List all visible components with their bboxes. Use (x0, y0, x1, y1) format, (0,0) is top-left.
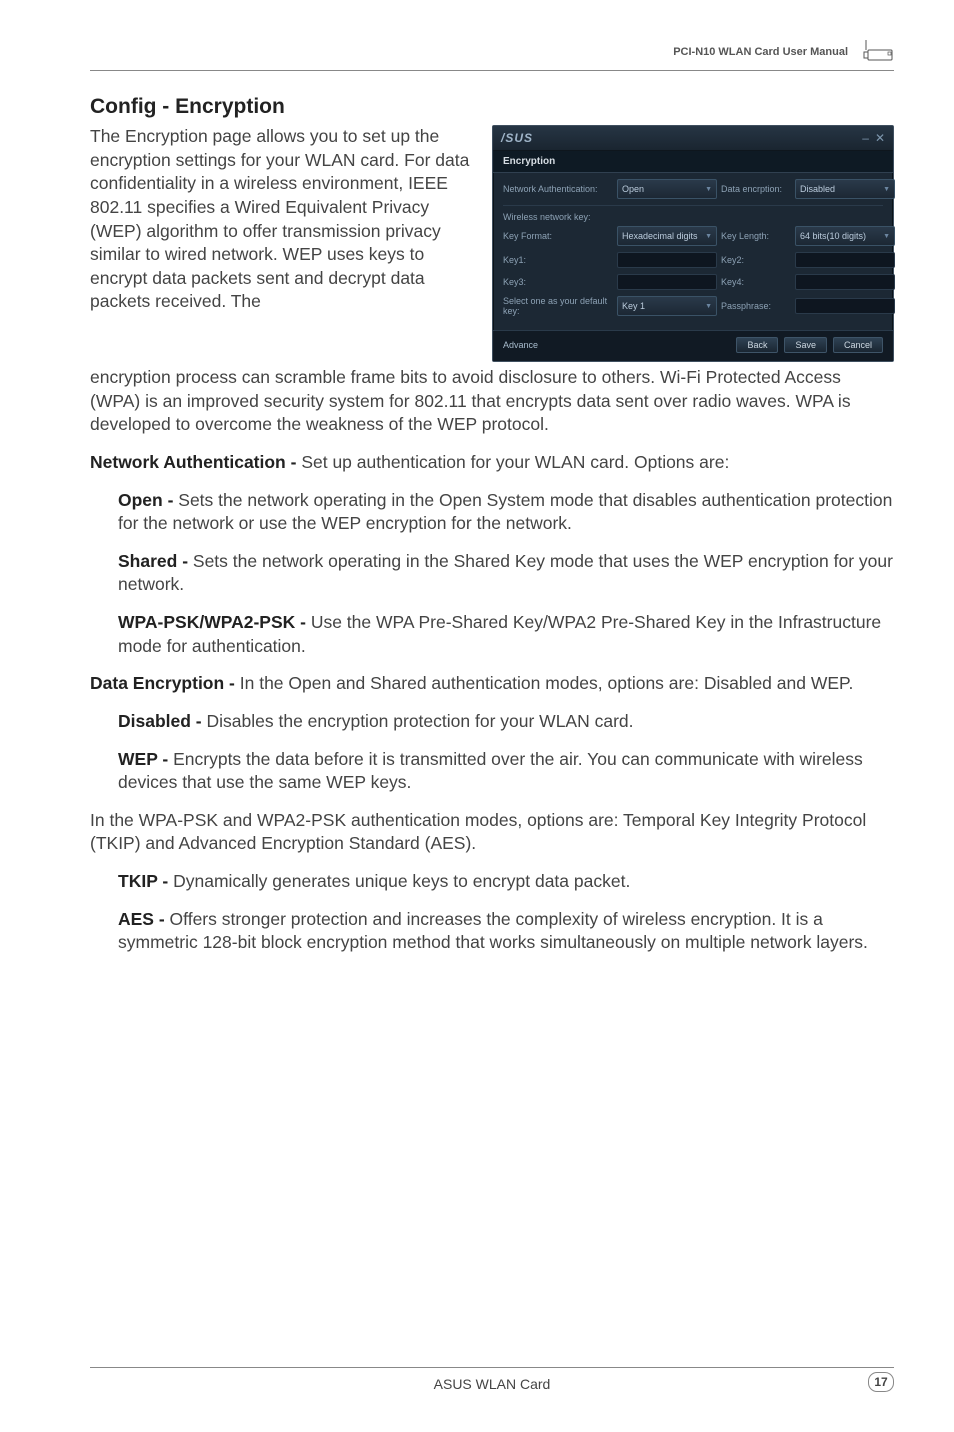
wpa-modes-para: In the WPA-PSK and WPA2-PSK authenticati… (90, 809, 894, 856)
footer-divider (90, 1367, 894, 1368)
default-key-dropdown[interactable]: Key 1▼ (617, 296, 717, 316)
dialog-titlebar: /SUS – ✕ (493, 126, 893, 151)
data-enc-dropdown[interactable]: Disabled▼ (795, 179, 895, 199)
advance-link[interactable]: Advance (503, 340, 538, 350)
key3-label: Key3: (503, 277, 613, 287)
intro-continuation: encryption process can scramble frame bi… (90, 366, 894, 437)
encryption-tab[interactable]: Encryption (493, 151, 893, 173)
key2-label: Key2: (721, 255, 791, 265)
wpa-psk-option: WPA-PSK/WPA2-PSK - Use the WPA Pre-Share… (90, 611, 894, 658)
minimize-icon[interactable]: – (862, 132, 869, 144)
key4-input[interactable] (795, 274, 895, 290)
page-number: 17 (868, 1372, 894, 1392)
key3-input[interactable] (617, 274, 717, 290)
close-icon[interactable]: ✕ (875, 132, 885, 144)
footer-product-name: ASUS WLAN Card (434, 1376, 551, 1392)
passphrase-label: Passphrase: (721, 301, 791, 311)
key-length-label: Key Length: (721, 231, 791, 241)
chevron-down-icon: ▼ (883, 186, 890, 193)
chevron-down-icon: ▼ (705, 303, 712, 310)
shared-option: Shared - Sets the network operating in t… (90, 550, 894, 597)
key1-input[interactable] (617, 252, 717, 268)
wep-option: WEP - Encrypts the data before it is tra… (90, 748, 894, 795)
open-option: Open - Sets the network operating in the… (90, 489, 894, 536)
save-button[interactable]: Save (784, 337, 827, 353)
key-format-dropdown[interactable]: Hexadecimal digits▼ (617, 226, 717, 246)
section-heading: Config - Encryption (90, 95, 894, 119)
net-auth-label: Network Authentication: (503, 184, 613, 194)
chevron-down-icon: ▼ (705, 186, 712, 193)
chevron-down-icon: ▼ (883, 233, 890, 240)
header-divider (90, 70, 894, 71)
aes-option: AES - Offers stronger protection and inc… (90, 908, 894, 955)
intro-left-column: The Encryption page allows you to set up… (90, 125, 474, 314)
header-title: PCI-N10 WLAN Card User Manual (673, 46, 848, 58)
key1-label: Key1: (503, 255, 613, 265)
key-format-label: Key Format: (503, 231, 613, 241)
wlan-card-icon (858, 40, 894, 64)
passphrase-input[interactable] (795, 298, 895, 314)
cancel-button[interactable]: Cancel (833, 337, 883, 353)
asus-brand-logo: /SUS (501, 131, 533, 145)
key2-input[interactable] (795, 252, 895, 268)
back-button[interactable]: Back (736, 337, 778, 353)
encryption-dialog: /SUS – ✕ Encryption Network Authenticati… (492, 125, 894, 362)
net-auth-dropdown[interactable]: Open▼ (617, 179, 717, 199)
select-default-label: Select one as your default key: (503, 296, 613, 316)
tkip-option: TKIP - Dynamically generates unique keys… (90, 870, 894, 894)
network-authentication-para: Network Authentication - Set up authenti… (90, 451, 894, 475)
wireless-network-key-label: Wireless network key: (503, 205, 883, 222)
data-enc-label: Data encrption: (721, 184, 791, 194)
key-length-dropdown[interactable]: 64 bits(10 digits)▼ (795, 226, 895, 246)
key4-label: Key4: (721, 277, 791, 287)
data-encryption-para: Data Encryption - In the Open and Shared… (90, 672, 894, 696)
disabled-option: Disabled - Disables the encryption prote… (90, 710, 894, 734)
chevron-down-icon: ▼ (705, 233, 712, 240)
